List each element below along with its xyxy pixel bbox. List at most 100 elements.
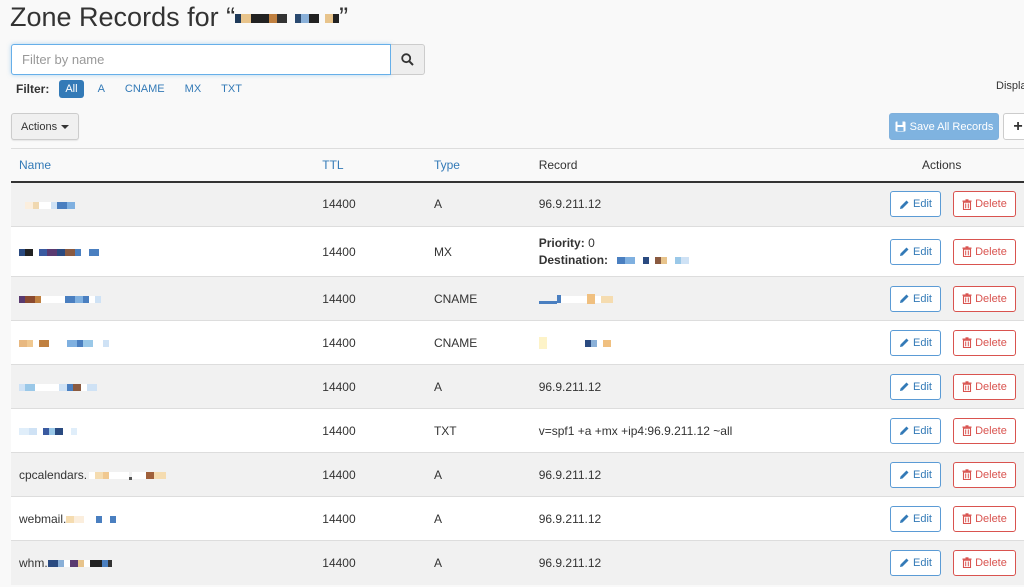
filter-a[interactable]: A [92,80,111,98]
pencil-icon [899,200,909,209]
filter-mx[interactable]: MX [179,80,208,98]
record-type: A [425,540,531,585]
redacted-destination [611,256,690,264]
table-row: 14400 CNAME Edit Delete [11,276,1024,321]
delete-button[interactable]: Delete [952,549,1016,576]
table-row: 14400 TXT v=spf1 +a +mx +ip4:96.9.211.12… [11,408,1024,453]
edit-button[interactable]: Edit [889,238,941,265]
record-value: 96.9.211.12 [530,364,882,409]
edit-button[interactable]: Edit [889,285,941,312]
delete-button[interactable]: Delete [952,238,1016,265]
delete-button[interactable]: Delete [952,461,1016,488]
record-type: CNAME [425,276,531,321]
filter-all[interactable]: All [59,80,84,98]
record-ttl: 14400 [314,496,426,541]
column-header-record: Record [530,148,882,183]
record-value: 96.9.211.12 [530,496,882,541]
pencil-icon [899,514,909,523]
record-name: cpcalendars. [11,452,315,497]
column-header-ttl[interactable]: TTL [314,148,426,183]
trash-icon [962,425,972,436]
redacted-name [66,515,117,523]
delete-button[interactable]: Delete [952,329,1016,356]
record-name [11,320,315,365]
actions-dropdown-button[interactable]: Actions [11,113,80,140]
redacted-name [25,201,75,209]
edit-button[interactable]: Edit [889,191,941,218]
pencil-icon [899,338,909,347]
record-name [11,276,315,321]
redacted-domain [235,14,340,24]
caret-down-icon [61,124,70,129]
filter-label: Filter: [16,82,50,96]
table-row: 14400 A 96.9.211.12 Edit Delete [11,181,1024,227]
delete-button[interactable]: Delete [952,417,1016,444]
delete-button[interactable]: Delete [952,505,1016,532]
edit-button[interactable]: Edit [889,417,941,444]
record-value [530,320,882,365]
filter-txt[interactable]: TXT [215,80,248,98]
column-header-name[interactable]: Name [11,148,315,183]
redacted-name [19,427,77,435]
record-ttl: 14400 [314,408,426,453]
search-button[interactable] [391,44,425,75]
record-name [11,181,315,227]
page-title: Zone Records for “” [10,2,349,32]
record-ttl: 14400 [314,364,426,409]
edit-button[interactable]: Edit [889,329,941,356]
destination-label: Destination: [538,252,609,267]
record-type: A [425,181,531,227]
pencil-icon [899,247,909,256]
pencil-icon [899,382,909,391]
priority-value: 0 [588,235,595,250]
redacted-name [19,295,101,303]
record-type: CNAME [425,320,531,365]
magnifier-icon [401,53,414,66]
record-ttl: 14400 [314,452,426,497]
actions-label: Actions [21,120,58,133]
record-name [11,364,315,409]
redacted-name [19,383,97,391]
floppy-disk-icon [895,121,906,132]
delete-button[interactable]: Delete [952,285,1016,312]
pencil-icon [899,294,909,303]
redacted-record [538,294,613,305]
save-all-records-button[interactable]: Save All Records [889,113,999,140]
edit-button[interactable]: Edit [889,373,941,400]
record-value: 96.9.211.12 [530,181,882,227]
record-type-filter: Filter: All A CNAME MX TXT [16,80,256,98]
trash-icon [962,381,972,392]
edit-button[interactable]: Edit [889,461,941,488]
redacted-name [89,471,167,480]
trash-icon [962,199,972,210]
record-value: Priority: 0 Destination: [530,226,882,277]
record-value: 96.9.211.12 [530,540,882,585]
delete-button[interactable]: Delete [952,373,1016,400]
table-row: whm. 14400 A 96.9.211.12 Edit Delete [11,540,1024,585]
display-label: Displa [996,80,1024,92]
table-row: webmail. 14400 A 96.9.211.12 Edit Delete [11,496,1024,541]
search-input[interactable] [11,44,391,75]
record-type: A [425,364,531,409]
record-type: TXT [425,408,531,453]
trash-icon [962,246,972,257]
record-ttl: 14400 [314,276,426,321]
pencil-icon [899,558,909,568]
trash-icon [962,469,972,480]
delete-button[interactable]: Delete [952,191,1016,218]
column-header-type[interactable]: Type [425,148,531,183]
trash-icon [962,293,972,304]
filter-cname[interactable]: CNAME [119,80,171,98]
trash-icon [962,513,972,524]
pencil-icon [899,426,909,435]
record-type: A [425,452,531,497]
table-row: cpcalendars. 14400 A 96.9.211.12 Edit Del… [11,452,1024,497]
save-all-records-label: Save All Records [909,120,994,133]
priority-label: Priority: [538,235,585,250]
add-record-button[interactable]: + [1003,113,1024,140]
column-header-actions: Actions [881,148,1024,183]
edit-button[interactable]: Edit [889,505,941,532]
record-ttl: 14400 [314,320,426,365]
redacted-record [538,337,611,350]
edit-button[interactable]: Edit [889,549,941,576]
